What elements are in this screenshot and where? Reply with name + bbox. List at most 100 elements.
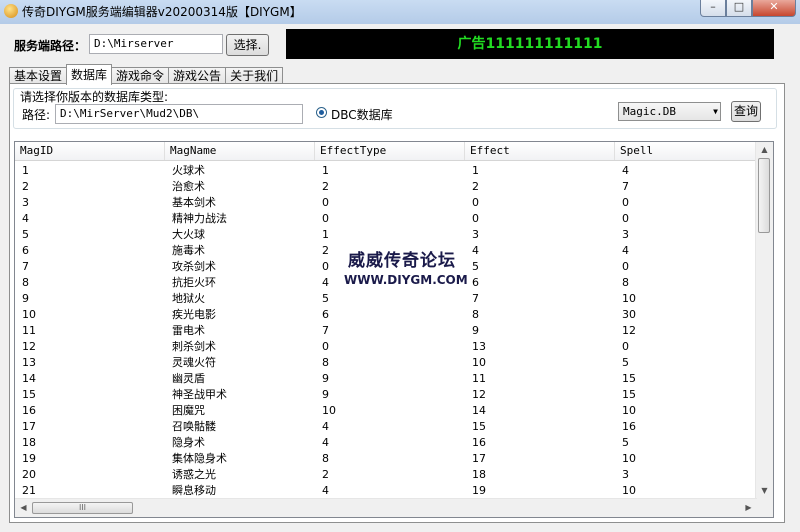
column-header-magname[interactable]: MagName bbox=[165, 142, 315, 160]
table-row[interactable]: 19 集体隐身术 8 17 10 bbox=[15, 451, 757, 467]
cell-effect: 12 bbox=[472, 388, 486, 401]
table-row[interactable]: 2 治愈术 2 2 7 bbox=[15, 179, 757, 195]
table-row[interactable]: 16 困魔咒 10 14 10 bbox=[15, 403, 757, 419]
cell-magname: 刺杀剑术 bbox=[172, 340, 216, 353]
cell-spell: 12 bbox=[622, 324, 636, 337]
table-row[interactable]: 3 基本剑术 0 0 0 bbox=[15, 195, 757, 211]
cell-magid: 15 bbox=[22, 388, 36, 401]
column-header-effecttype[interactable]: EffectType bbox=[315, 142, 465, 160]
cell-magid: 3 bbox=[22, 196, 29, 209]
cell-effecttype: 10 bbox=[322, 404, 336, 417]
table-row[interactable]: 13 灵魂火符 8 10 5 bbox=[15, 355, 757, 371]
cell-effecttype: 2 bbox=[322, 468, 329, 481]
cell-spell: 10 bbox=[622, 452, 636, 465]
tab-database[interactable]: 数据库 bbox=[66, 64, 113, 85]
cell-magname: 精神力战法 bbox=[172, 212, 227, 225]
cell-magid: 10 bbox=[22, 308, 36, 321]
scroll-down-icon[interactable]: ▼ bbox=[756, 483, 773, 499]
title-bar: 传奇DIYGM服务端编辑器v20200314版【DIYGM】 – □ ✕ bbox=[0, 0, 800, 24]
cell-effecttype: 4 bbox=[322, 484, 329, 497]
cell-magname: 诱惑之光 bbox=[172, 468, 216, 481]
column-header-effect[interactable]: Effect bbox=[465, 142, 615, 160]
cell-spell: 10 bbox=[622, 404, 636, 417]
watermark-title: 威威传奇论坛 bbox=[348, 251, 456, 271]
cell-spell: 10 bbox=[622, 484, 636, 497]
window-title: 传奇DIYGM服务端编辑器v20200314版【DIYGM】 bbox=[22, 5, 302, 19]
cell-spell: 0 bbox=[622, 260, 629, 273]
cell-effect: 0 bbox=[472, 212, 479, 225]
horizontal-scrollbar[interactable]: ◀ III ▶ bbox=[15, 498, 757, 517]
table-row[interactable]: 17 召唤骷髅 4 15 16 bbox=[15, 419, 757, 435]
cell-spell: 15 bbox=[622, 388, 636, 401]
cell-magname: 大火球 bbox=[172, 228, 205, 241]
server-path-input[interactable]: D:\Mirserver bbox=[89, 34, 223, 54]
table-row[interactable]: 9 地狱火 5 7 10 bbox=[15, 291, 757, 307]
table-row[interactable]: 20 诱惑之光 2 18 3 bbox=[15, 467, 757, 483]
cell-spell: 3 bbox=[622, 468, 629, 481]
cell-magid: 12 bbox=[22, 340, 36, 353]
cell-effect: 13 bbox=[472, 340, 486, 353]
cell-magname: 灵魂火符 bbox=[172, 356, 216, 369]
magic-data-grid[interactable]: MagID MagName EffectType Effect Spell 1 火… bbox=[14, 141, 774, 518]
table-row[interactable]: 21 瞬息移动 4 19 10 bbox=[15, 483, 757, 499]
watermark: 威威传奇论坛 WWW.DIYGM.COM bbox=[344, 246, 468, 287]
minimize-button[interactable]: – bbox=[700, 0, 726, 17]
table-row[interactable]: 18 隐身术 4 16 5 bbox=[15, 435, 757, 451]
browse-button[interactable]: 选择. bbox=[226, 34, 269, 56]
cell-spell: 0 bbox=[622, 212, 629, 225]
query-button[interactable]: 查询 bbox=[731, 101, 761, 122]
vertical-scrollbar[interactable]: ▲ ▼ bbox=[755, 142, 773, 499]
close-button[interactable]: ✕ bbox=[752, 0, 796, 17]
db-path-input[interactable]: D:\MirServer\Mud2\DB\ bbox=[55, 104, 303, 124]
cell-effecttype: 1 bbox=[322, 228, 329, 241]
cell-effecttype: 4 bbox=[322, 420, 329, 433]
cell-magid: 6 bbox=[22, 244, 29, 257]
grid-header: MagID MagName EffectType Effect Spell bbox=[15, 142, 757, 161]
table-row[interactable]: 10 疾光电影 6 8 30 bbox=[15, 307, 757, 323]
db-file-select[interactable]: Magic.DB ▼ bbox=[618, 102, 721, 121]
cell-effecttype: 0 bbox=[322, 212, 329, 225]
cell-spell: 8 bbox=[622, 276, 629, 289]
cell-effect: 8 bbox=[472, 308, 479, 321]
window-controls: – □ ✕ bbox=[700, 0, 796, 17]
cell-effect: 0 bbox=[472, 196, 479, 209]
table-row[interactable]: 15 神圣战甲术 9 12 15 bbox=[15, 387, 757, 403]
cell-effect: 14 bbox=[472, 404, 486, 417]
cell-magid: 14 bbox=[22, 372, 36, 385]
scroll-left-icon[interactable]: ◀ bbox=[15, 499, 32, 517]
cell-effect: 11 bbox=[472, 372, 486, 385]
vertical-scroll-thumb[interactable] bbox=[758, 158, 770, 233]
cell-spell: 5 bbox=[622, 356, 629, 369]
table-row[interactable]: 4 精神力战法 0 0 0 bbox=[15, 211, 757, 227]
cell-magname: 抗拒火环 bbox=[172, 276, 216, 289]
scroll-right-icon[interactable]: ▶ bbox=[740, 499, 757, 517]
cell-magid: 16 bbox=[22, 404, 36, 417]
cell-effecttype: 2 bbox=[322, 244, 329, 257]
scroll-up-icon[interactable]: ▲ bbox=[756, 142, 773, 158]
table-row[interactable]: 1 火球术 1 1 4 bbox=[15, 163, 757, 179]
cell-spell: 0 bbox=[622, 196, 629, 209]
dbc-radio-label[interactable]: DBC数据库 bbox=[331, 106, 393, 123]
cell-magid: 20 bbox=[22, 468, 36, 481]
dbc-radio[interactable] bbox=[316, 107, 327, 118]
cell-effecttype: 9 bbox=[322, 388, 329, 401]
cell-spell: 0 bbox=[622, 340, 629, 353]
cell-magname: 施毒术 bbox=[172, 244, 205, 257]
cell-magid: 11 bbox=[22, 324, 36, 337]
cell-magid: 17 bbox=[22, 420, 36, 433]
cell-effect: 4 bbox=[472, 244, 479, 257]
maximize-button[interactable]: □ bbox=[726, 0, 752, 17]
cell-magname: 幽灵盾 bbox=[172, 372, 205, 385]
table-row[interactable]: 5 大火球 1 3 3 bbox=[15, 227, 757, 243]
db-path-label: 路径: bbox=[22, 108, 51, 122]
cell-effect: 16 bbox=[472, 436, 486, 449]
table-row[interactable]: 11 雷电术 7 9 12 bbox=[15, 323, 757, 339]
column-header-magid[interactable]: MagID bbox=[15, 142, 165, 160]
table-row[interactable]: 12 刺杀剑术 0 13 0 bbox=[15, 339, 757, 355]
table-row[interactable]: 14 幽灵盾 9 11 15 bbox=[15, 371, 757, 387]
column-header-spell[interactable]: Spell bbox=[615, 142, 757, 160]
horizontal-scroll-thumb[interactable]: III bbox=[32, 502, 133, 514]
cell-magname: 神圣战甲术 bbox=[172, 388, 227, 401]
cell-magname: 隐身术 bbox=[172, 436, 205, 449]
cell-spell: 10 bbox=[622, 292, 636, 305]
